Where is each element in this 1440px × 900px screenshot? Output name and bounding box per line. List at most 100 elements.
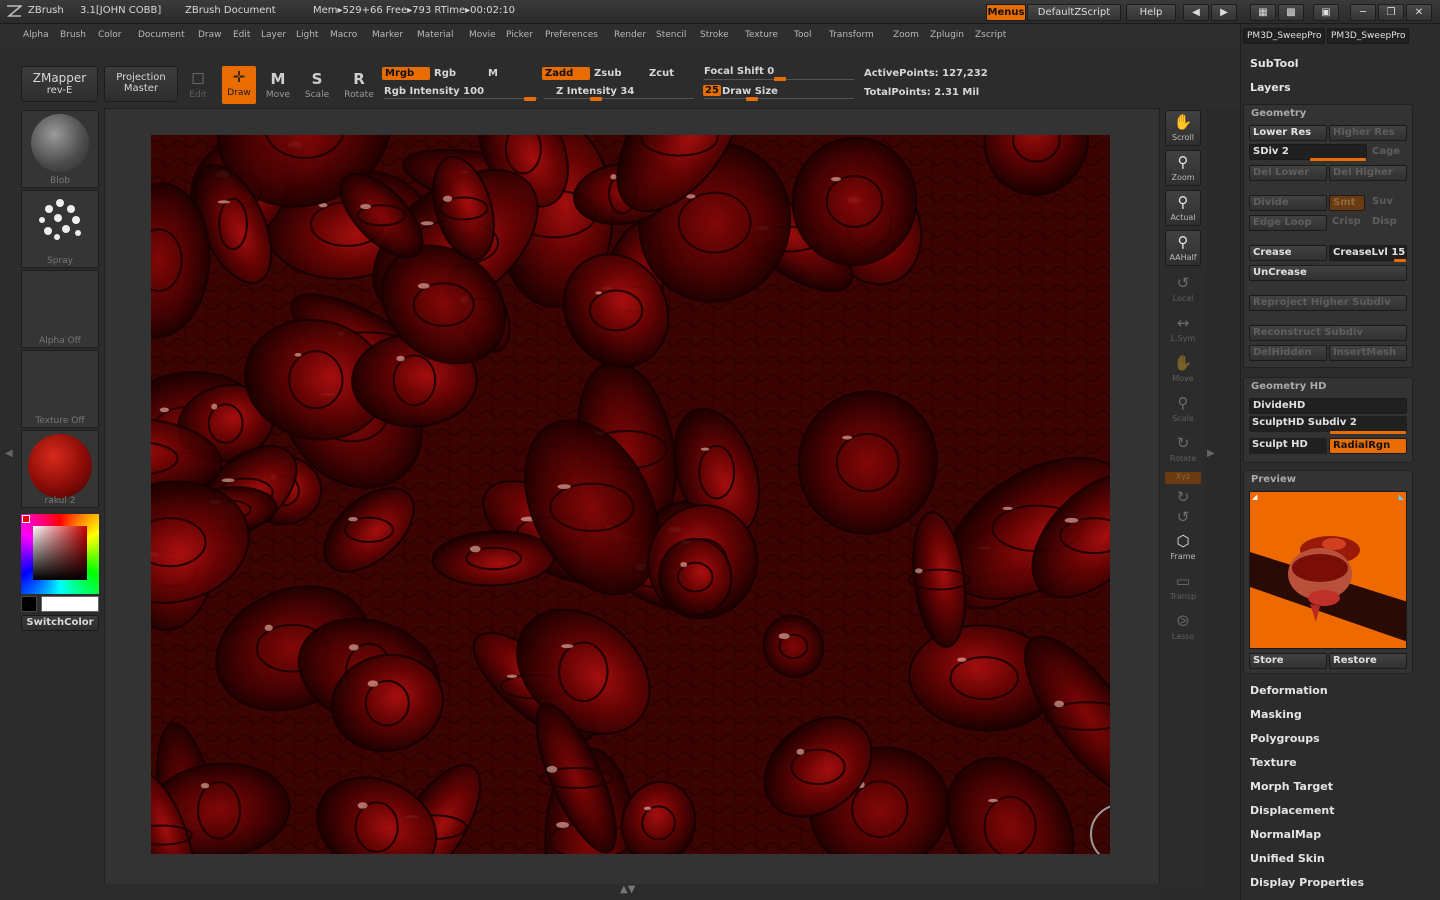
scale-tool-button[interactable]: S Scale — [300, 68, 334, 104]
draw-size-value[interactable]: 25 — [703, 85, 721, 96]
rgb-intensity-slider[interactable]: Rgb Intensity 100 — [384, 86, 484, 97]
stroke-picker-button[interactable]: Spray — [21, 190, 99, 268]
preview-corner-right-icon[interactable]: ◣ — [1399, 493, 1404, 501]
rotate-tool-button[interactable]: R Rotate — [342, 68, 376, 104]
draw-size-knob[interactable] — [746, 97, 758, 101]
mrgb-toggle[interactable]: Mrgb — [382, 67, 430, 80]
menu-layer[interactable]: Layer — [261, 30, 286, 40]
geometry-title[interactable]: Geometry — [1251, 108, 1306, 119]
menu-document[interactable]: Document — [138, 30, 185, 40]
geometry-hd-title[interactable]: Geometry HD — [1251, 381, 1326, 392]
menu-stroke[interactable]: Stroke — [700, 30, 729, 40]
ui-layout-icon[interactable]: ▦ — [1250, 4, 1276, 21]
menus-toggle-button[interactable]: Menus — [986, 4, 1026, 21]
store-button[interactable]: Store — [1249, 653, 1327, 669]
submenu-masking[interactable]: Masking — [1250, 708, 1302, 721]
zcut-toggle[interactable]: Zcut — [649, 68, 674, 79]
crease-button[interactable]: Crease — [1249, 245, 1327, 261]
submenu-unified-skin[interactable]: Unified Skin — [1250, 852, 1325, 865]
menu-transform[interactable]: Transform — [829, 30, 874, 40]
higher-res-button[interactable]: Higher Res — [1329, 125, 1407, 141]
crease-level-knob[interactable] — [1394, 259, 1406, 262]
local-button[interactable]: ↺ Local — [1165, 272, 1201, 308]
menu-light[interactable]: Light — [296, 30, 318, 40]
document-canvas[interactable] — [151, 135, 1110, 854]
submenu-displacement[interactable]: Displacement — [1250, 804, 1335, 817]
material-picker-button[interactable]: rakul 2 — [21, 430, 99, 508]
right-collapse-arrow-icon[interactable]: ▶ — [1207, 448, 1215, 459]
move-view-button[interactable]: ✋ Move — [1165, 352, 1201, 388]
edge-loop-button[interactable]: Edge Loop — [1249, 215, 1327, 231]
m-toggle[interactable]: M — [488, 68, 498, 79]
subtool-tab-1[interactable]: PM3D_SweepPro — [1243, 28, 1325, 44]
reconstruct-subdiv-button[interactable]: Reconstruct Subdiv — [1249, 325, 1407, 341]
zmapper-button[interactable]: ZMapper rev-E — [21, 66, 98, 102]
del-higher-button[interactable]: Del Higher — [1329, 165, 1407, 181]
projection-master-button[interactable]: Projection Master — [104, 66, 178, 102]
zoom-button[interactable]: ⚲ Zoom — [1165, 150, 1201, 186]
layout-prev-icon[interactable]: ◀ — [1183, 4, 1209, 21]
menu-marker[interactable]: Marker — [372, 30, 403, 40]
menu-picker[interactable]: Picker — [506, 30, 533, 40]
del-lower-button[interactable]: Del Lower — [1249, 165, 1327, 181]
color-picker[interactable] — [21, 514, 99, 594]
move-tool-button[interactable]: M Move — [261, 68, 295, 104]
radialrgn-toggle[interactable]: RadialRgn — [1329, 438, 1407, 454]
submenu-morph-target[interactable]: Morph Target — [1250, 780, 1333, 793]
default-zscript-button[interactable]: DefaultZScript — [1027, 4, 1121, 21]
help-button[interactable]: Help — [1126, 4, 1176, 21]
disp-slider[interactable]: Disp — [1369, 215, 1407, 231]
divide-button[interactable]: Divide — [1249, 195, 1327, 211]
actual-button[interactable]: ⚲ Actual — [1165, 190, 1201, 226]
y-axis-rotate-icon[interactable]: ↻ — [1165, 488, 1201, 506]
menu-stencil[interactable]: Stencil — [656, 30, 686, 40]
bottom-collapse-arrow-icon[interactable]: ▲▼ — [620, 884, 635, 895]
menu-texture[interactable]: Texture — [745, 30, 778, 40]
secondary-color-swatch[interactable] — [21, 596, 37, 612]
menu-material[interactable]: Material — [417, 30, 454, 40]
aahalf-button[interactable]: ⚲ AAHalf — [1165, 230, 1201, 266]
rgb-intensity-knob[interactable] — [524, 97, 536, 101]
sculpt-hd-button[interactable]: Sculpt HD — [1249, 438, 1327, 454]
menu-zplugin[interactable]: Zplugin — [930, 30, 964, 40]
tool-preview-viewport[interactable]: ◢ ◣ — [1249, 491, 1407, 649]
brush-picker-button[interactable]: Blob — [21, 110, 99, 188]
transp-button[interactable]: ▭ Transp — [1165, 570, 1201, 606]
focal-shift-slider[interactable]: Focal Shift 0 — [704, 66, 774, 77]
subtool-menu[interactable]: SubTool — [1250, 57, 1299, 70]
submenu-normalmap[interactable]: NormalMap — [1250, 828, 1321, 841]
cage-button[interactable]: Cage — [1369, 145, 1407, 161]
z-intensity-knob[interactable] — [590, 97, 602, 101]
close-icon[interactable]: ✕ — [1406, 4, 1432, 21]
insertmesh-button[interactable]: InsertMesh — [1329, 345, 1407, 361]
layout-next-icon[interactable]: ▶ — [1211, 4, 1237, 21]
focal-shift-knob[interactable] — [774, 77, 786, 81]
z-axis-rotate-icon[interactable]: ↺ — [1165, 508, 1201, 526]
menu-render[interactable]: Render — [614, 30, 646, 40]
minimize-icon[interactable]: ─ — [1350, 4, 1376, 21]
ui-layout-alt-icon[interactable]: ▩ — [1278, 4, 1304, 21]
suv-toggle[interactable]: Suv — [1369, 195, 1407, 211]
menu-color[interactable]: Color — [98, 30, 122, 40]
sdiv-knob[interactable] — [1310, 158, 1366, 161]
menu-zscript[interactable]: Zscript — [975, 30, 1006, 40]
z-intensity-slider[interactable]: Z Intensity 34 — [556, 86, 634, 97]
xyz-toggle[interactable]: Xyz — [1165, 472, 1201, 484]
draw-size-slider[interactable]: Draw Size — [722, 86, 778, 97]
main-color-swatch[interactable] — [41, 596, 99, 612]
draw-tool-button[interactable]: ✛ Draw — [222, 66, 256, 104]
menu-zoom[interactable]: Zoom — [893, 30, 919, 40]
menu-alpha[interactable]: Alpha — [23, 30, 49, 40]
menu-brush[interactable]: Brush — [60, 30, 86, 40]
submenu-texture[interactable]: Texture — [1250, 756, 1297, 769]
restore-button[interactable]: Restore — [1329, 653, 1407, 669]
color-picker-square[interactable] — [33, 526, 87, 580]
scale-view-button[interactable]: ⚲ Scale — [1165, 392, 1201, 428]
preview-corner-left-icon[interactable]: ◢ — [1252, 493, 1257, 501]
delhidden-button[interactable]: DelHidden — [1249, 345, 1327, 361]
submenu-deformation[interactable]: Deformation — [1250, 684, 1328, 697]
menu-edit[interactable]: Edit — [233, 30, 250, 40]
alpha-picker-button[interactable]: Alpha Off — [21, 270, 99, 348]
subtool-tab-2[interactable]: PM3D_SweepPro — [1327, 28, 1409, 44]
layers-menu[interactable]: Layers — [1250, 81, 1291, 94]
